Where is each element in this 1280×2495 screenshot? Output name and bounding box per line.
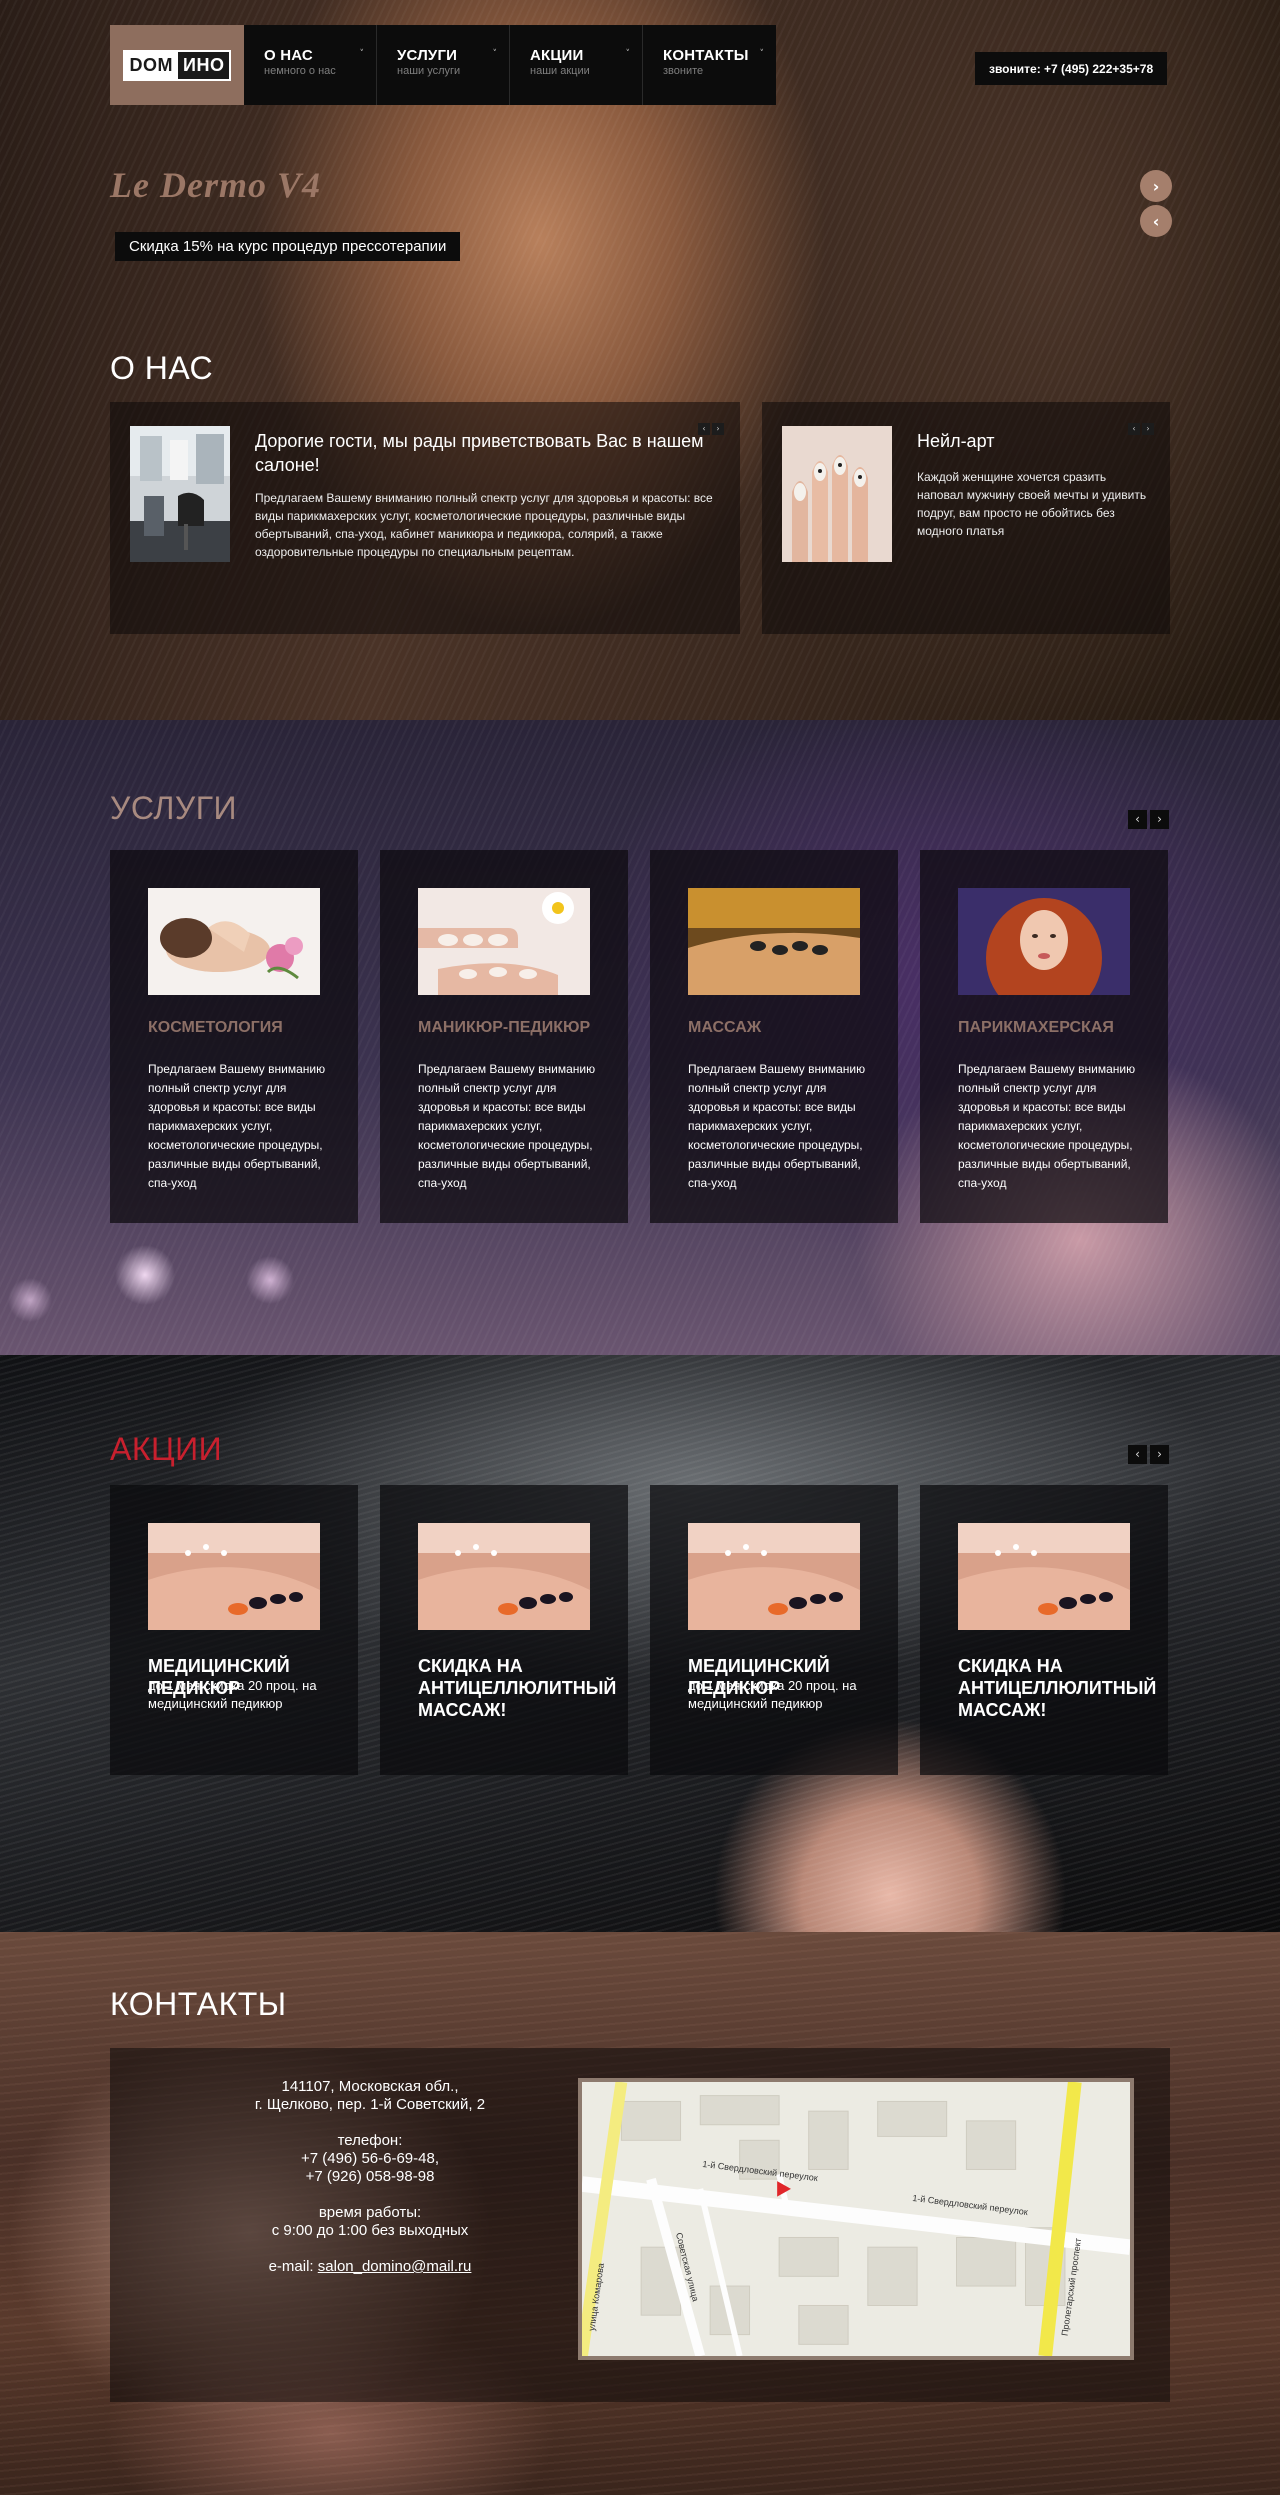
- email-link[interactable]: salon_domino@mail.ru: [318, 2258, 472, 2275]
- promo-title: Скидка на антицеллюлитный массаж!: [958, 1656, 1157, 1720]
- about-card-text: Каждой женщине хочется сразить наповал м…: [917, 470, 1147, 538]
- services-title: УСЛУГИ: [110, 790, 238, 826]
- arrow-left-icon[interactable]: ‹: [1128, 1445, 1147, 1464]
- contact-info: 141107, Московская обл., г. Щелково, пер…: [230, 2078, 510, 2294]
- hours-label: время работы:: [318, 2204, 422, 2221]
- logo-box: DOM ИНО: [122, 49, 232, 81]
- about-title: О НАС: [110, 350, 214, 386]
- nav-item-subtitle: наши акции: [530, 65, 590, 77]
- header-phone[interactable]: звоните: +7 (495) 222+35+78: [975, 52, 1168, 85]
- nav-item-promos[interactable]: АКЦИИ наши акции ˅: [510, 25, 643, 105]
- about-card-title: Дорогие гости, мы рады приветствовать Ва…: [255, 431, 704, 475]
- service-text: Предлагаем Вашему вниманию полный спектр…: [418, 1062, 596, 1190]
- nav-item-services[interactable]: УСЛУГИ наши услуги ˅: [377, 25, 510, 105]
- promos-title: АКЦИИ: [110, 1431, 223, 1467]
- chevron-down-icon: ˅: [492, 49, 498, 59]
- pedicure-image: [958, 1523, 1130, 1630]
- arrow-right-icon[interactable]: ›: [1150, 810, 1169, 829]
- service-text: Предлагаем Вашему вниманию полный спектр…: [958, 1062, 1136, 1190]
- contacts-panel: 141107, Московская обл., г. Щелково, пер…: [110, 2048, 1170, 2402]
- nav-item-about[interactable]: О НАС немного о нас ˅: [244, 25, 377, 105]
- service-title: ПАРИКМАХЕРСКАЯ: [958, 1019, 1114, 1036]
- promos-section: АКЦИИ ‹ › Медицинский педикюр до 1 мая с…: [0, 1355, 1280, 1932]
- contacts-title: КОНТАКТЫ: [110, 1986, 287, 2022]
- arrow-right-icon[interactable]: ›: [712, 423, 724, 435]
- service-text: Предлагаем Вашему вниманию полный спектр…: [688, 1062, 866, 1190]
- logo-text-part1: DOM: [124, 51, 179, 79]
- service-card-hairdressing[interactable]: ПАРИКМАХЕРСКАЯ Предлагаем Вашему внимани…: [920, 850, 1168, 1223]
- service-text: Предлагаем Вашему вниманию полный спектр…: [148, 1062, 326, 1190]
- phone-label: телефон:: [337, 2132, 403, 2149]
- promo-card[interactable]: Скидка на антицеллюлитный массаж!: [920, 1485, 1168, 1775]
- about-card-arrows: ‹ ›: [698, 423, 724, 435]
- salon-interior-image: [130, 426, 230, 562]
- address-line-1: 141107, Московская обл.,: [281, 2078, 459, 2095]
- chevron-down-icon: ˅: [359, 49, 365, 59]
- about-card-nail-art: Нейл-арт Каждой женщине хочется сразить …: [762, 402, 1170, 634]
- pedicure-image: [148, 1523, 320, 1630]
- about-card-welcome: Дорогие гости, мы рады приветствовать Ва…: [110, 402, 740, 634]
- promo-text: до 1 мая скидка 20 проц. на медицинский …: [688, 1678, 857, 1711]
- email-label: e-mail:: [268, 2258, 314, 2275]
- logo-text-part2: ИНО: [178, 51, 230, 79]
- manicure-image: [418, 888, 590, 995]
- hairdressing-image: [958, 888, 1130, 995]
- chevron-down-icon: ˅: [759, 49, 765, 59]
- about-card-arrows: ‹ ›: [1128, 423, 1154, 435]
- arrow-left-icon[interactable]: ‹: [1128, 810, 1147, 829]
- about-card-title: Нейл-арт: [917, 431, 995, 451]
- service-title: МАНИКЮР-ПЕДИКЮР: [418, 1019, 591, 1036]
- address-line-2: г. Щелково, пер. 1-й Советский, 2: [254, 2096, 486, 2113]
- logo[interactable]: DOM ИНО: [110, 25, 244, 105]
- promo-text: до 1 мая скидка 20 проц. на медицинский …: [148, 1678, 317, 1711]
- promo-card[interactable]: Медицинский педикюр до 1 мая скидка 20 п…: [650, 1485, 898, 1775]
- promo-card[interactable]: Скидка на антицеллюлитный массаж!: [380, 1485, 628, 1775]
- slider-next-button[interactable]: ›: [1140, 170, 1172, 202]
- about-section: DOM ИНО О НАС немного о нас ˅ УСЛУГИ наш…: [0, 0, 1280, 720]
- arrow-left-icon[interactable]: ‹: [1128, 423, 1140, 435]
- arrow-right-icon[interactable]: ›: [1150, 1445, 1169, 1464]
- service-card-cosmetology[interactable]: КОСМЕТОЛОГИЯ Предлагаем Вашему вниманию …: [110, 850, 358, 1223]
- massage-image: [688, 888, 860, 995]
- contacts-section: КОНТАКТЫ 141107, Московская обл., г. Щел…: [0, 1932, 1280, 2495]
- nav-item-title: КОНТАКТЫ: [663, 47, 749, 64]
- arrow-right-icon[interactable]: ›: [1142, 423, 1154, 435]
- pedicure-image: [418, 1523, 590, 1630]
- promos-arrows: ‹ ›: [1128, 1445, 1169, 1464]
- nav-item-contacts[interactable]: КОНТАКТЫ звоните ˅: [643, 25, 776, 105]
- cosmetology-image: [148, 888, 320, 995]
- hours-value: с 9:00 до 1:00 без выходных: [271, 2222, 469, 2239]
- promo-title: Скидка на антицеллюлитный массаж!: [418, 1656, 617, 1720]
- slide-caption[interactable]: Скидка 15% на курс процедур прессотерапи…: [115, 232, 461, 261]
- service-title: КОСМЕТОЛОГИЯ: [148, 1019, 283, 1036]
- chevron-down-icon: ˅: [625, 49, 631, 59]
- main-nav: О НАС немного о нас ˅ УСЛУГИ наши услуги…: [244, 25, 776, 105]
- service-title: МАССАЖ: [688, 1019, 762, 1036]
- nav-item-title: АКЦИИ: [530, 47, 584, 64]
- nav-item-title: УСЛУГИ: [397, 47, 458, 64]
- nail-art-image: [782, 426, 892, 562]
- nav-item-subtitle: наши услуги: [397, 65, 461, 77]
- about-card-text: Предлагаем Вашему вниманию полный спектр…: [255, 491, 713, 559]
- slider-prev-button[interactable]: ‹: [1140, 205, 1172, 237]
- nav-item-title: О НАС: [264, 47, 313, 64]
- promo-card[interactable]: Медицинский педикюр до 1 мая скидка 20 п…: [110, 1485, 358, 1775]
- services-arrows: ‹ ›: [1128, 810, 1169, 829]
- service-card-massage[interactable]: МАССАЖ Предлагаем Вашему вниманию полный…: [650, 850, 898, 1223]
- arrow-left-icon[interactable]: ‹: [698, 423, 710, 435]
- service-card-manicure[interactable]: МАНИКЮР-ПЕДИКЮР Предлагаем Вашему вниман…: [380, 850, 628, 1223]
- nav-item-subtitle: немного о нас: [264, 65, 336, 77]
- phone-number-2[interactable]: +7 (926) 058-98-98: [306, 2168, 435, 2185]
- location-map[interactable]: 1-й Свердловский переулок 1-й Свердловск…: [578, 2078, 1134, 2360]
- slide-title: Le Dermo V4: [110, 165, 321, 205]
- pedicure-image: [688, 1523, 860, 1630]
- services-section: УСЛУГИ ‹ › КОСМЕТОЛОГИЯ Предлагаем Вашем…: [0, 720, 1280, 1355]
- phone-number-1[interactable]: +7 (496) 56-6-69-48,: [301, 2150, 439, 2167]
- nav-item-subtitle: звоните: [663, 65, 704, 77]
